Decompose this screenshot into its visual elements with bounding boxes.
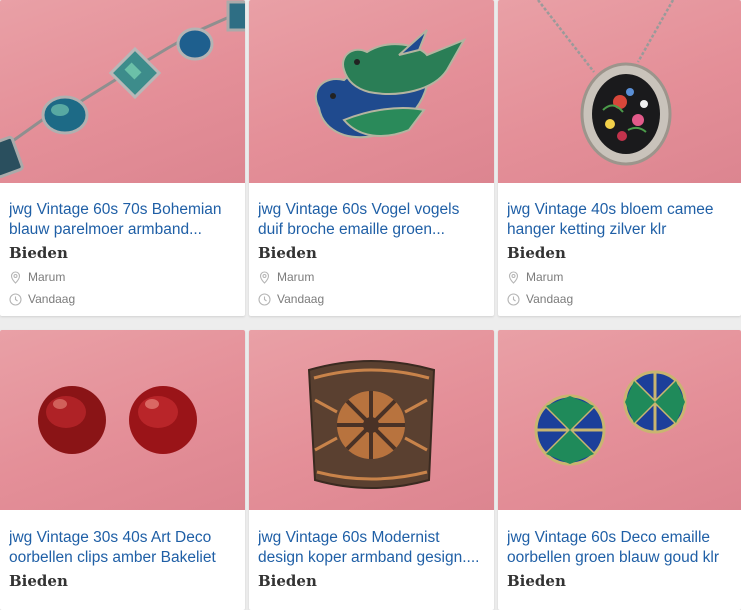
location-pin-icon	[508, 270, 519, 284]
floral-cameo-pendant-image	[537, 0, 675, 166]
enamel-birds-brooch-image	[314, 29, 467, 139]
listing-title[interactable]: jwg Vintage 60s Vogel vogels duif broche…	[258, 200, 488, 240]
listing-location: Marum	[507, 270, 735, 284]
location-pin-icon	[259, 270, 270, 284]
listing-photo[interactable]	[0, 0, 245, 183]
clock-icon	[507, 292, 520, 306]
listing-price: Bieden	[9, 572, 68, 590]
listing-card[interactable]: jwg Vintage 60s 70s Bohemian blauw parel…	[0, 0, 245, 316]
listing-title[interactable]: jwg Vintage 60s Deco emaille oorbellen g…	[507, 528, 735, 568]
listing-photo[interactable]	[0, 330, 245, 510]
listing-card[interactable]: jwg Vintage 60s Deco emaille oorbellen g…	[498, 330, 741, 610]
listing-title[interactable]: jwg Vintage 30s 40s Art Deco oorbellen c…	[9, 528, 239, 568]
listing-grid: jwg Vintage 60s 70s Bohemian blauw parel…	[0, 0, 741, 610]
listing-price: Bieden	[258, 572, 317, 590]
listing-date: Vandaag	[258, 292, 488, 306]
amber-bakelite-earrings-image	[38, 386, 197, 454]
abalone-bracelet-image	[0, 0, 245, 179]
listing-photo[interactable]	[498, 0, 741, 183]
clock-icon	[258, 292, 271, 306]
clock-icon	[9, 292, 22, 306]
listing-title[interactable]: jwg Vintage 60s 70s Bohemian blauw parel…	[9, 200, 239, 240]
listing-price: Bieden	[258, 244, 317, 262]
listing-photo[interactable]	[498, 330, 741, 510]
listing-card[interactable]: jwg Vintage 40s bloem camee hanger ketti…	[498, 0, 741, 316]
listing-price: Bieden	[507, 244, 566, 262]
enamel-dome-earrings-image	[534, 370, 687, 466]
listing-date-text: Vandaag	[526, 292, 574, 306]
listing-price: Bieden	[9, 244, 68, 262]
listing-date: Vandaag	[9, 292, 239, 306]
listing-location: Marum	[9, 270, 239, 284]
listing-location: Marum	[258, 270, 488, 284]
listing-location-text: Marum	[277, 270, 315, 284]
listing-price: Bieden	[507, 572, 566, 590]
listing-card[interactable]: jwg Vintage 30s 40s Art Deco oorbellen c…	[0, 330, 245, 610]
location-pin-icon	[10, 270, 21, 284]
listing-date-text: Vandaag	[277, 292, 325, 306]
listing-card[interactable]: jwg Vintage 60s Vogel vogels duif broche…	[249, 0, 494, 316]
listing-card[interactable]: jwg Vintage 60s Modernist design koper a…	[249, 330, 494, 610]
listing-photo[interactable]	[249, 330, 494, 510]
listing-photo[interactable]	[249, 0, 494, 183]
listing-location-text: Marum	[28, 270, 66, 284]
listing-location-text: Marum	[526, 270, 564, 284]
listing-date: Vandaag	[507, 292, 735, 306]
listing-title[interactable]: jwg Vintage 40s bloem camee hanger ketti…	[507, 200, 735, 240]
copper-cuff-bracelet-image	[307, 360, 436, 489]
listing-date-text: Vandaag	[28, 292, 76, 306]
listing-title[interactable]: jwg Vintage 60s Modernist design koper a…	[258, 528, 488, 568]
